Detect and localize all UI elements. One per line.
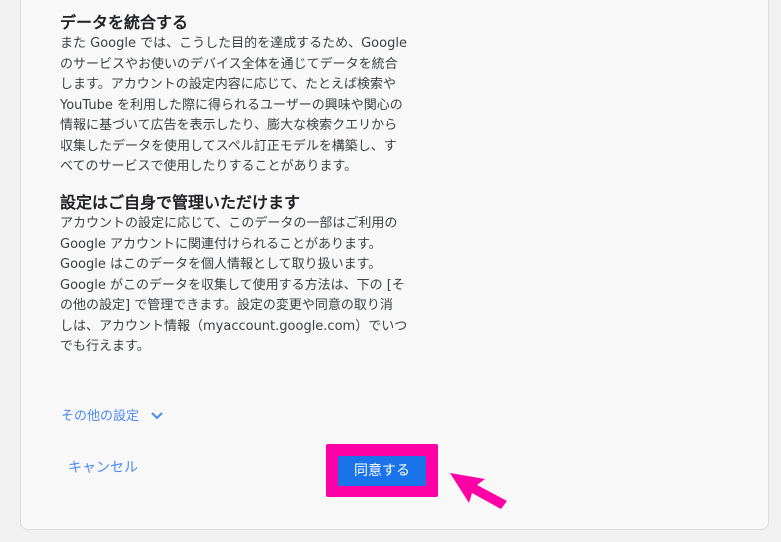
consent-content: データを統合する また Google では、こうした目的を達成するため、Goog… — [60, 12, 440, 354]
section-title-integrate: データを統合する — [60, 13, 189, 32]
section-body-integrate: また Google では、こうした目的を達成するため、Google のサービスや… — [60, 36, 407, 174]
section-manage-settings: 設定はご自身で管理いただけます アカウントの設定に応じて、このデータの一部はご利… — [60, 192, 407, 358]
pointer-arrow-icon — [450, 473, 507, 509]
section-integrate-data: データを統合する また Google では、こうした目的を達成するため、Goog… — [60, 12, 440, 178]
more-settings-label: その他の設定 — [61, 408, 140, 424]
cancel-button[interactable]: キャンセル — [68, 457, 138, 477]
chevron-down-icon — [149, 408, 165, 424]
more-settings-toggle[interactable]: その他の設定 — [61, 404, 165, 424]
consent-page: データを統合する また Google では、こうした目的を達成するため、Goog… — [0, 0, 781, 542]
section-title-manage: 設定はご自身で管理いただけます — [60, 193, 301, 212]
agree-button[interactable]: 同意する — [338, 456, 426, 486]
section-body-manage: アカウントの設定に応じて、このデータの一部はご利用の Google アカウントに… — [60, 216, 408, 354]
